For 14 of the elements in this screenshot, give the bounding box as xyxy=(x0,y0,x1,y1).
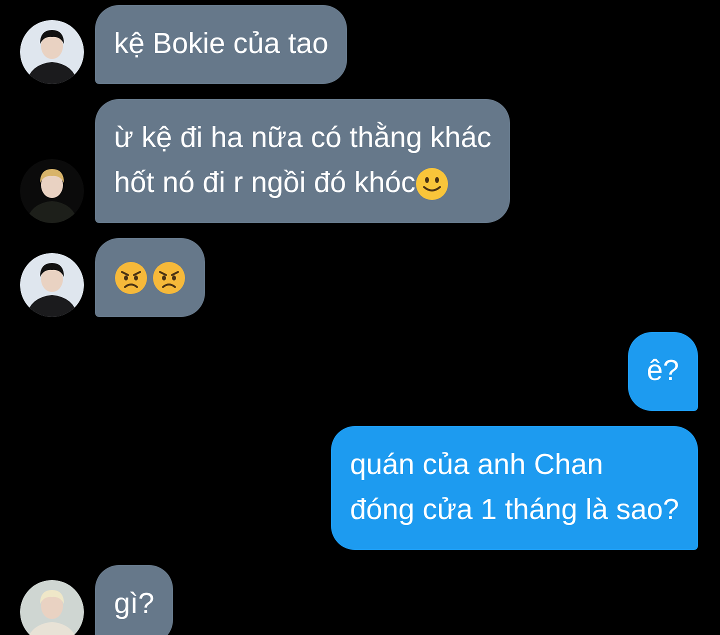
angry-face-icon xyxy=(152,260,186,294)
avatar[interactable] xyxy=(20,580,84,635)
message-text: gì? xyxy=(114,587,154,622)
avatar[interactable] xyxy=(20,20,84,84)
angry-face-icon xyxy=(114,260,148,294)
message-text: quán của anh Chan xyxy=(350,448,604,483)
message-text: đóng cửa 1 tháng là sao? xyxy=(350,493,679,528)
message-text: ừ kệ đi ha nữa có thằng khác xyxy=(114,120,492,156)
message-text: kệ Bokie của tao xyxy=(114,27,328,62)
smiling-face-icon xyxy=(415,166,450,200)
avatar[interactable] xyxy=(20,253,84,317)
message-text: hốt nó đi r ngồi đó khóc xyxy=(114,166,416,201)
message-text: ê? xyxy=(646,354,679,389)
avatar[interactable] xyxy=(20,159,84,223)
